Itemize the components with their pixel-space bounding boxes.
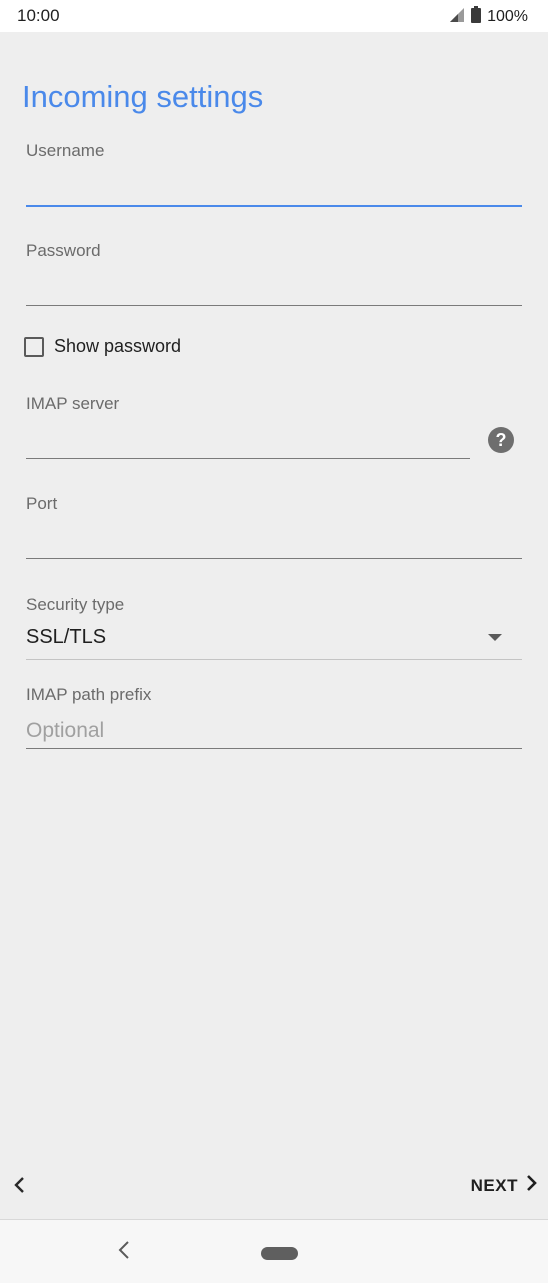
port-underline <box>26 558 522 559</box>
nav-back-icon <box>118 1240 130 1265</box>
show-password-label: Show password <box>54 336 182 356</box>
imap-server-field[interactable] <box>26 423 470 457</box>
imap-path-prefix-label: IMAP path prefix <box>26 685 152 704</box>
help-icon[interactable]: ? <box>488 427 514 453</box>
imap-path-prefix-field[interactable] <box>26 714 522 748</box>
password-label: Password <box>26 241 101 260</box>
imap-server-underline <box>26 458 470 459</box>
imap-path-prefix-underline <box>26 748 522 749</box>
username-field[interactable] <box>26 170 522 204</box>
dropdown-arrow-icon <box>488 634 502 641</box>
show-password-checkbox[interactable] <box>24 336 44 357</box>
security-type-underline <box>26 659 522 660</box>
password-underline <box>26 305 522 306</box>
security-type-value: SSL/TLS <box>26 626 107 648</box>
status-time: 10:00 <box>17 6 60 25</box>
security-type-label: Security type <box>26 595 125 614</box>
battery-percentage: 100% <box>487 8 528 25</box>
username-label: Username <box>26 141 105 160</box>
show-password-toggle[interactable]: Show password <box>24 336 181 357</box>
status-bar: 10:00 100% <box>0 0 548 32</box>
navigation-bar <box>0 1219 548 1283</box>
password-field[interactable] <box>26 270 522 304</box>
previous-button[interactable] <box>8 1176 30 1198</box>
next-label: NEXT <box>470 1175 518 1195</box>
chevron-right-icon <box>526 1174 538 1197</box>
battery-icon <box>471 6 482 28</box>
port-field[interactable] <box>26 523 522 557</box>
signal-icon <box>447 7 465 28</box>
username-underline <box>26 205 522 207</box>
chevron-left-icon <box>13 1176 25 1199</box>
nav-back-button[interactable] <box>113 1240 135 1264</box>
port-label: Port <box>26 494 58 513</box>
next-button[interactable]: NEXT <box>471 1174 538 1197</box>
page-title: Incoming settings <box>22 79 264 114</box>
status-icons: 100% <box>447 6 528 28</box>
nav-home-pill[interactable] <box>261 1247 298 1260</box>
imap-server-label: IMAP server <box>26 394 120 413</box>
